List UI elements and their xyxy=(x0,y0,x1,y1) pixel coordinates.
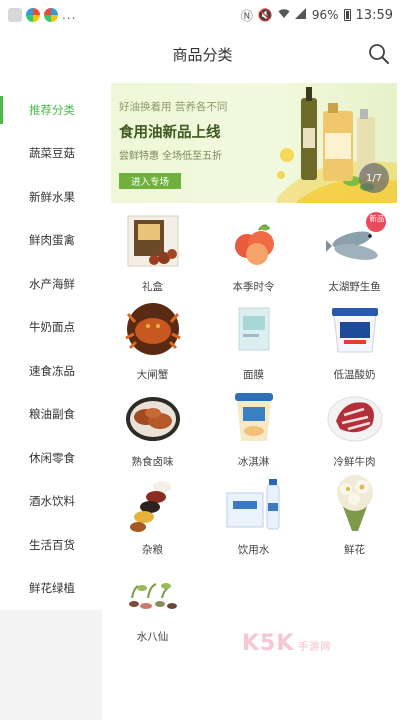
sidebar-item-0[interactable]: 推荐分类 xyxy=(0,88,102,132)
apple-icon xyxy=(235,224,274,265)
watermark-text: K5K xyxy=(242,631,295,656)
clock: 13:59 xyxy=(355,7,393,23)
sidebar-item-5[interactable]: 牛奶面点 xyxy=(0,305,102,349)
category-sidebar: 推荐分类蔬菜豆菇新鲜水果鲜肉蛋禽水产海鲜牛奶面点速食冻品粮油副食休闲零食酒水饮料… xyxy=(0,78,102,720)
banner-description: 尝鲜特惠 全场低至五折 xyxy=(119,151,223,162)
sidebar-item-7[interactable]: 粮油副食 xyxy=(0,392,102,436)
category-content: 好油换着用 营养各不同 食用油新品上线 尝鲜特惠 全场低至五折 进入专场 1/7… xyxy=(102,78,405,720)
new-badge: 新品 xyxy=(369,214,385,223)
sidebar-item-label: 速食冻品 xyxy=(29,363,75,378)
sidebar-spacer xyxy=(0,78,102,88)
wifi-icon xyxy=(278,8,290,22)
sidebar-item-4[interactable]: 水产海鲜 xyxy=(0,262,102,306)
aquatic-vegetables-icon xyxy=(129,583,177,609)
nfc-icon: Ⓝ xyxy=(240,8,253,23)
banner-page-indicator: 1/7 xyxy=(359,163,389,193)
water-bottle-icon xyxy=(226,478,280,529)
sidebar-item-2[interactable]: 新鲜水果 xyxy=(0,175,102,219)
sidebar-item-label: 推荐分类 xyxy=(29,102,75,117)
product-category-label: 本季时令 xyxy=(232,281,275,293)
product-category-0[interactable]: 礼盒 xyxy=(102,206,203,294)
crab-icon xyxy=(125,302,181,355)
yogurt-icon xyxy=(332,307,378,352)
app-header: 商品分类 xyxy=(0,30,405,78)
product-category-label: 鲜花 xyxy=(344,543,365,556)
product-category-9[interactable]: 杂粮 xyxy=(102,469,203,557)
product-category-label: 冰淇淋 xyxy=(237,456,270,468)
banner-title: 食用油新品上线 xyxy=(119,125,221,141)
gift-box-icon xyxy=(127,215,179,267)
watermark-sub: 手游网 xyxy=(298,642,332,653)
sidebar-item-label: 粮油副食 xyxy=(29,407,75,422)
product-category-7[interactable]: 冰淇淋 xyxy=(203,381,304,469)
category-list: 推荐分类蔬菜豆菇新鲜水果鲜肉蛋禽水产海鲜牛奶面点速食冻品粮油副食休闲零食酒水饮料… xyxy=(0,78,102,610)
flower-bouquet-icon xyxy=(337,474,373,531)
product-category-10[interactable]: 饮用水 xyxy=(203,469,304,557)
face-mask-icon xyxy=(238,307,270,350)
sidebar-item-label: 休闲零食 xyxy=(29,450,75,465)
sidebar-item-label: 生活百货 xyxy=(29,537,75,552)
product-category-2[interactable]: 新品太湖野生鱼 xyxy=(304,206,405,294)
product-category-label: 面膜 xyxy=(243,368,264,381)
sidebar-item-label: 酒水饮料 xyxy=(29,494,75,509)
site-watermark: K5K 手游网 xyxy=(242,631,331,656)
grains-icon xyxy=(130,480,171,532)
product-category-1[interactable]: 本季时令 xyxy=(203,206,304,294)
product-category-11[interactable]: 鲜花 xyxy=(304,469,405,557)
sidebar-item-9[interactable]: 酒水饮料 xyxy=(0,479,102,523)
product-category-8[interactable]: 冷鲜牛肉 xyxy=(304,381,405,469)
app-icon xyxy=(44,8,58,22)
more-notifications: ... xyxy=(62,8,77,22)
notification-icons: ... xyxy=(8,8,76,22)
product-category-5[interactable]: 低温酸奶 xyxy=(304,294,405,382)
product-category-3[interactable]: 大闸蟹 xyxy=(102,294,203,382)
page-title: 商品分类 xyxy=(172,45,233,64)
sidebar-item-label: 牛奶面点 xyxy=(29,320,75,335)
search-icon[interactable] xyxy=(367,42,391,66)
product-category-6[interactable]: 熟食卤味 xyxy=(102,381,203,469)
beef-icon xyxy=(327,396,383,442)
app-icon xyxy=(26,8,40,22)
sidebar-item-8[interactable]: 休闲零食 xyxy=(0,436,102,480)
product-category-label: 太湖野生鱼 xyxy=(328,281,381,293)
product-category-label: 熟食卤味 xyxy=(131,456,174,468)
promo-banner[interactable]: 好油换着用 营养各不同 食用油新品上线 尝鲜特惠 全场低至五折 进入专场 1/7 xyxy=(111,83,397,203)
product-category-label: 礼盒 xyxy=(142,281,163,293)
sidebar-item-label: 鲜肉蛋禽 xyxy=(29,233,75,248)
ice-cream-icon xyxy=(235,393,273,441)
product-category-4[interactable]: 面膜 xyxy=(203,294,304,382)
product-category-label: 杂粮 xyxy=(142,543,163,556)
signal-icon xyxy=(294,8,307,22)
sidebar-item-label: 蔬菜豆菇 xyxy=(29,146,75,161)
sidebar-item-label: 鲜花绿植 xyxy=(29,581,75,596)
product-category-label: 饮用水 xyxy=(237,543,270,556)
banner-subtitle: 好油换着用 营养各不同 xyxy=(119,101,228,113)
banner-enter-button[interactable]: 进入专场 xyxy=(119,173,181,189)
gallery-icon xyxy=(8,8,22,22)
product-category-label: 冷鲜牛肉 xyxy=(333,456,376,468)
product-category-label: 低温酸奶 xyxy=(333,368,376,381)
sidebar-item-10[interactable]: 生活百货 xyxy=(0,523,102,567)
battery-icon xyxy=(343,9,351,21)
braised-meat-icon xyxy=(126,397,180,441)
sidebar-item-11[interactable]: 鲜花绿植 xyxy=(0,566,102,610)
product-category-label: 大闸蟹 xyxy=(136,368,169,381)
sidebar-item-label: 新鲜水果 xyxy=(29,189,75,204)
product-category-12[interactable]: 水八仙 xyxy=(102,556,203,644)
sidebar-item-label: 水产海鲜 xyxy=(29,276,75,291)
sidebar-item-6[interactable]: 速食冻品 xyxy=(0,349,102,393)
sidebar-item-1[interactable]: 蔬菜豆菇 xyxy=(0,131,102,175)
product-category-label: 水八仙 xyxy=(136,631,169,643)
sidebar-item-3[interactable]: 鲜肉蛋禽 xyxy=(0,218,102,262)
mute-icon: 🔇 xyxy=(257,8,273,22)
battery-percent: 96% xyxy=(311,8,339,22)
status-bar: ... Ⓝ 🔇 96% 13:59 xyxy=(0,0,405,30)
